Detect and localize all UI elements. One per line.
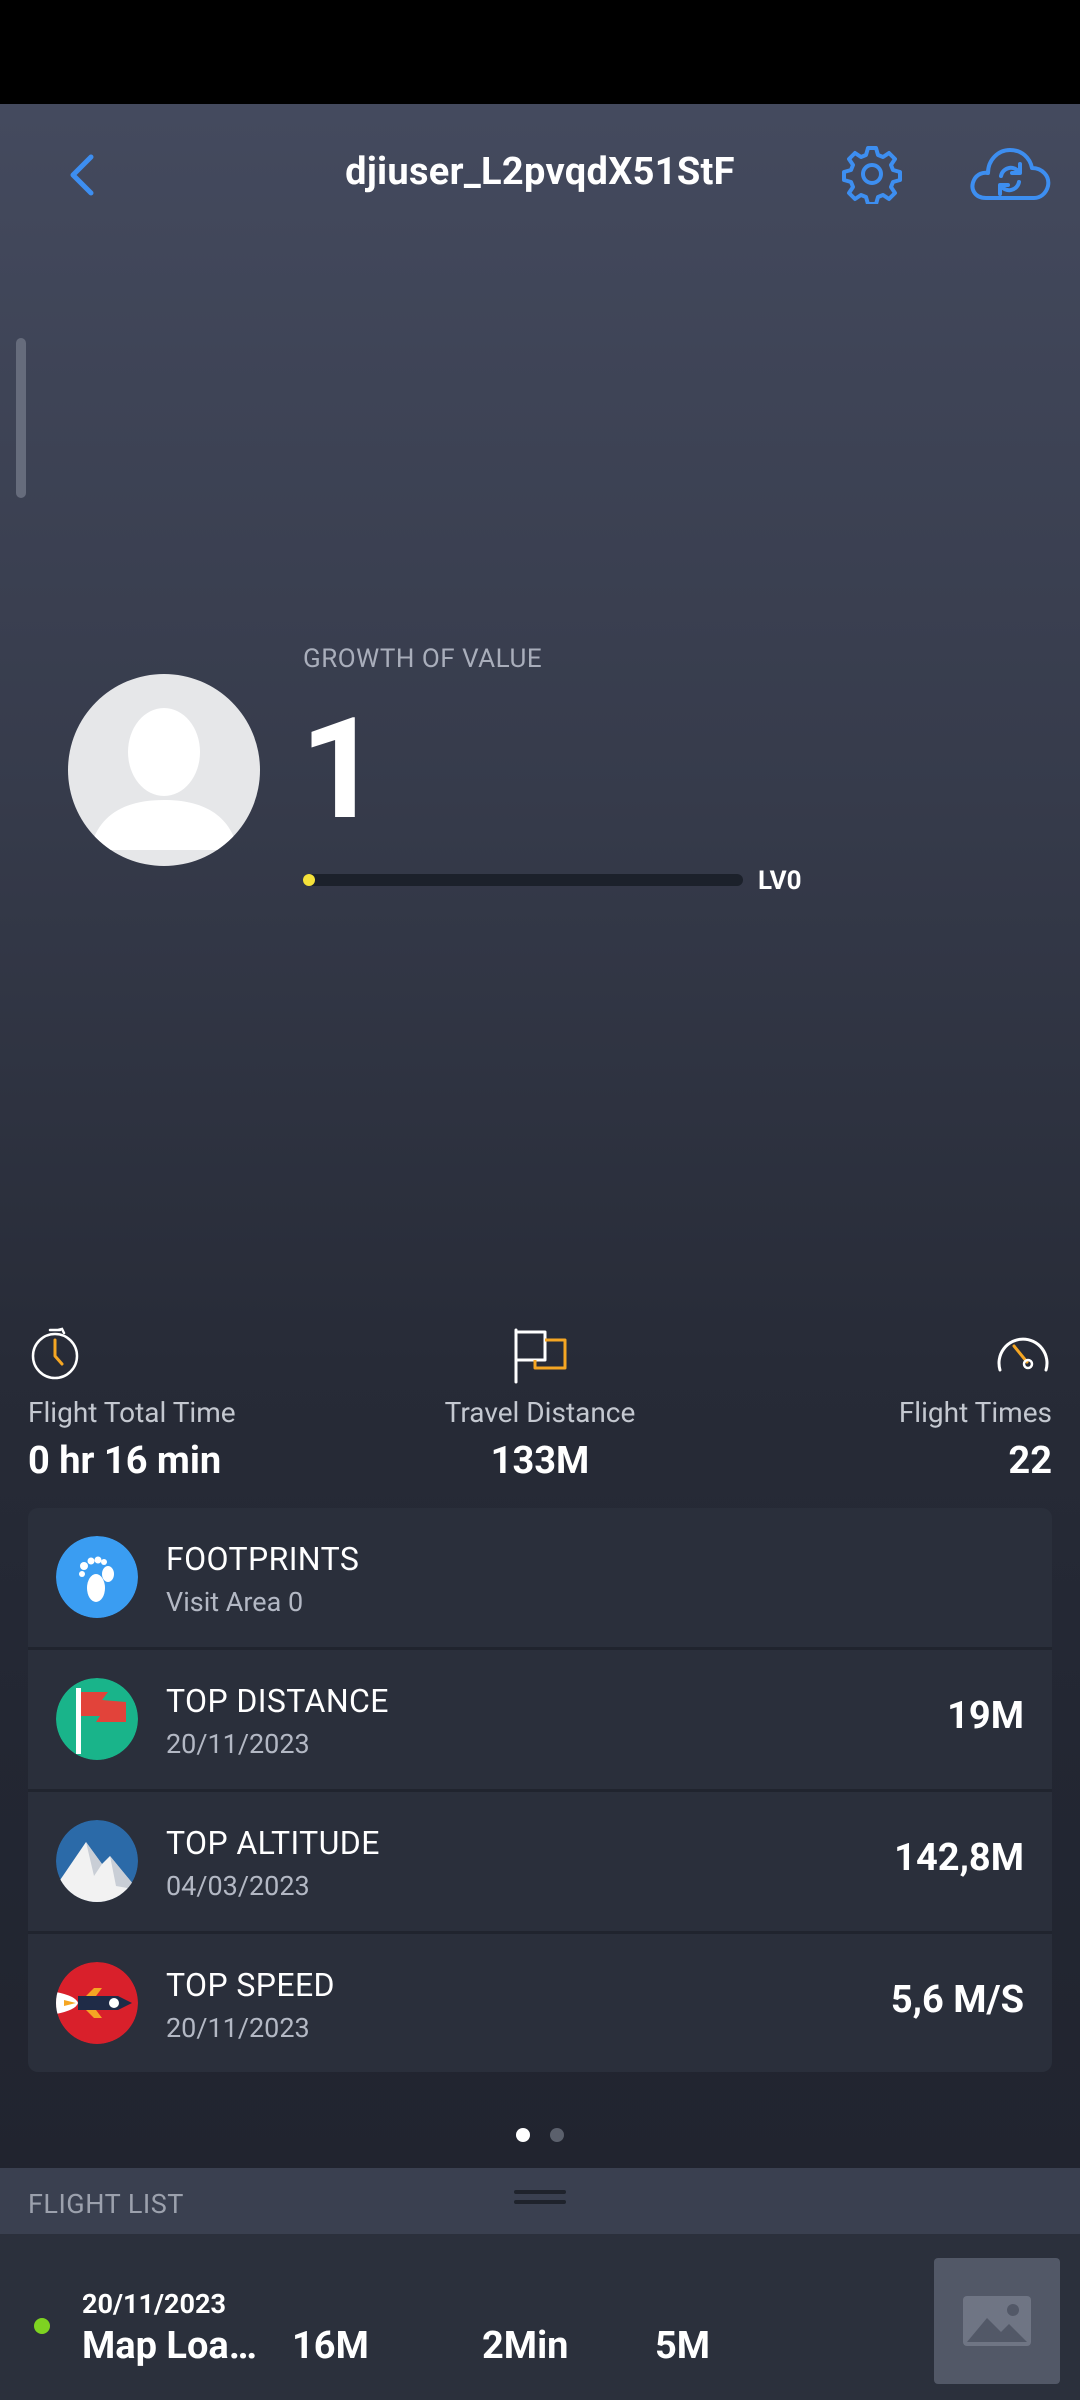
red-flag-icon	[56, 1678, 138, 1760]
image-placeholder-icon	[963, 2296, 1031, 2346]
record-top-distance[interactable]: TOP DISTANCE 20/11/2023 19M	[28, 1650, 1052, 1792]
flight-altitude: 5M	[655, 2324, 711, 2368]
stat-value: 133M	[490, 1439, 590, 1483]
record-title: TOP DISTANCE	[166, 1682, 389, 1720]
drag-handle-icon[interactable]	[514, 2190, 566, 2210]
stat-flight-times: Flight Times 22	[899, 1326, 1052, 1483]
flag-icon	[514, 1328, 567, 1384]
speedometer-icon	[997, 1337, 1049, 1372]
settings-button[interactable]	[842, 144, 902, 206]
record-value: 19M	[947, 1694, 1024, 1738]
flight-duration: 2Min	[482, 2324, 569, 2368]
cloud-sync-icon	[970, 148, 1051, 200]
records-card: FOOTPRINTS Visit Area 0 TOP DISTANCE 20/…	[28, 1508, 1052, 2072]
back-chevron-icon	[70, 154, 94, 196]
stat-value: 22	[1008, 1439, 1052, 1483]
record-subtitle: Visit Area 0	[166, 1586, 304, 1618]
record-subtitle: 04/03/2023	[166, 1870, 310, 1902]
stat-flight-total-time: Flight Total Time 0 hr 16 min	[28, 1326, 236, 1483]
level-label: LV0	[758, 866, 802, 896]
flight-list-title: FLIGHT LIST	[28, 2188, 184, 2220]
record-top-altitude[interactable]: TOP ALTITUDE 04/03/2023 142,8M	[28, 1792, 1052, 1934]
stat-travel-distance: Travel Distance 133M	[390, 1326, 690, 1483]
scroll-indicator[interactable]	[16, 338, 26, 498]
flight-list-header[interactable]: FLIGHT LIST	[0, 2168, 1080, 2234]
record-subtitle: 20/11/2023	[166, 2012, 310, 2044]
level-progress-bar	[303, 874, 743, 886]
status-bar	[0, 0, 1080, 104]
growth-label: GROWTH OF VALUE	[303, 644, 543, 674]
status-dot	[34, 2318, 50, 2334]
record-title: FOOTPRINTS	[166, 1540, 360, 1578]
stat-label: Travel Distance	[444, 1396, 636, 1429]
page-dot-1[interactable]	[516, 2128, 530, 2142]
cloud-sync-button[interactable]	[968, 140, 1052, 206]
stat-label: Flight Times	[898, 1396, 1052, 1429]
record-title: TOP SPEED	[166, 1966, 335, 2004]
record-subtitle: 20/11/2023	[166, 1728, 310, 1760]
flight-name: Map Loa…	[82, 2324, 257, 2368]
record-top-speed[interactable]: TOP SPEED 20/11/2023 5,6 M/S	[28, 1934, 1052, 2072]
level-progress-fill	[303, 874, 315, 886]
footprints-icon	[56, 1536, 138, 1618]
record-value: 5,6 M/S	[890, 1978, 1024, 2022]
flight-thumbnail[interactable]	[934, 2258, 1060, 2384]
stopwatch-icon	[31, 1327, 79, 1380]
avatar[interactable]	[68, 674, 260, 866]
mountain-icon	[56, 1820, 138, 1902]
top-bar: djiuser_L2pvqdX51StF	[0, 104, 1080, 244]
flight-list-item[interactable]: 20/11/2023 Map Loa… 16M 2Min 5M	[0, 2234, 1080, 2400]
app-screen: djiuser_L2pvqdX51StF GROWTH OF VALUE 1 L…	[0, 104, 1080, 2400]
flight-date: 20/11/2023	[82, 2288, 226, 2320]
record-title: TOP ALTITUDE	[166, 1824, 380, 1862]
user-placeholder-icon	[90, 708, 238, 850]
flight-distance: 16M	[292, 2324, 369, 2368]
record-footprints[interactable]: FOOTPRINTS Visit Area 0	[28, 1508, 1052, 1650]
rocket-icon	[56, 1962, 138, 2044]
page-indicator	[0, 2128, 1080, 2142]
page-dot-2[interactable]	[550, 2128, 564, 2142]
record-value: 142,8M	[894, 1836, 1024, 1880]
stat-value: 0 hr 16 min	[28, 1439, 222, 1483]
page-title: djiuser_L2pvqdX51StF	[345, 150, 735, 194]
stat-label: Flight Total Time	[28, 1396, 236, 1429]
growth-value: 1	[300, 688, 381, 852]
gear-icon	[842, 146, 902, 206]
back-button[interactable]	[52, 140, 112, 210]
